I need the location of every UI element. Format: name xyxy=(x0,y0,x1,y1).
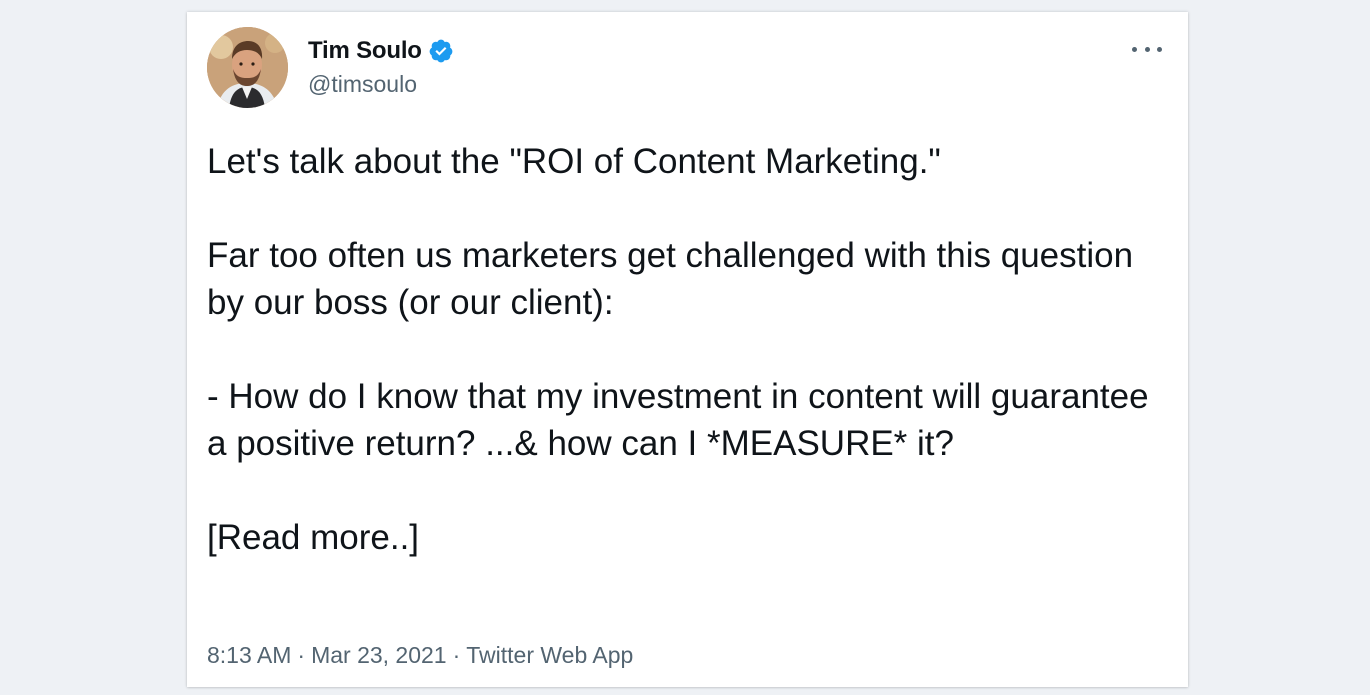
tweet-card: Tim Soulo @timsoulo Let's talk about the… xyxy=(187,12,1188,687)
tweet-paragraph: Far too often us marketers get challenge… xyxy=(207,236,1134,322)
meta-separator: · xyxy=(297,642,306,668)
more-dot xyxy=(1157,46,1162,52)
more-dot xyxy=(1144,46,1150,52)
tweet-time[interactable]: 8:13 AM xyxy=(207,642,291,668)
verified-badge-icon xyxy=(428,38,454,64)
more-dot xyxy=(1132,46,1137,52)
author-name[interactable]: Tim Soulo xyxy=(308,37,422,65)
tweet-paragraph: Let's talk about the "ROI of Content Mar… xyxy=(207,142,941,181)
tweet-source: Twitter Web App xyxy=(466,642,634,668)
tweet-meta: 8:13 AM · Mar 23, 2021 · Twitter Web App xyxy=(207,642,633,669)
tweet-text: Let's talk about the "ROI of Content Mar… xyxy=(207,138,1157,561)
author-row: Tim Soulo xyxy=(308,36,454,66)
more-horizontal-icon[interactable] xyxy=(1132,42,1162,56)
read-more-link[interactable]: [Read more..] xyxy=(207,514,1157,561)
tweet-date[interactable]: Mar 23, 2021 xyxy=(311,642,447,668)
meta-separator: · xyxy=(452,642,461,668)
author-handle[interactable]: @timsoulo xyxy=(308,71,417,98)
avatar[interactable] xyxy=(207,27,288,108)
tweet-paragraph: - How do I know that my investment in co… xyxy=(207,377,1149,463)
